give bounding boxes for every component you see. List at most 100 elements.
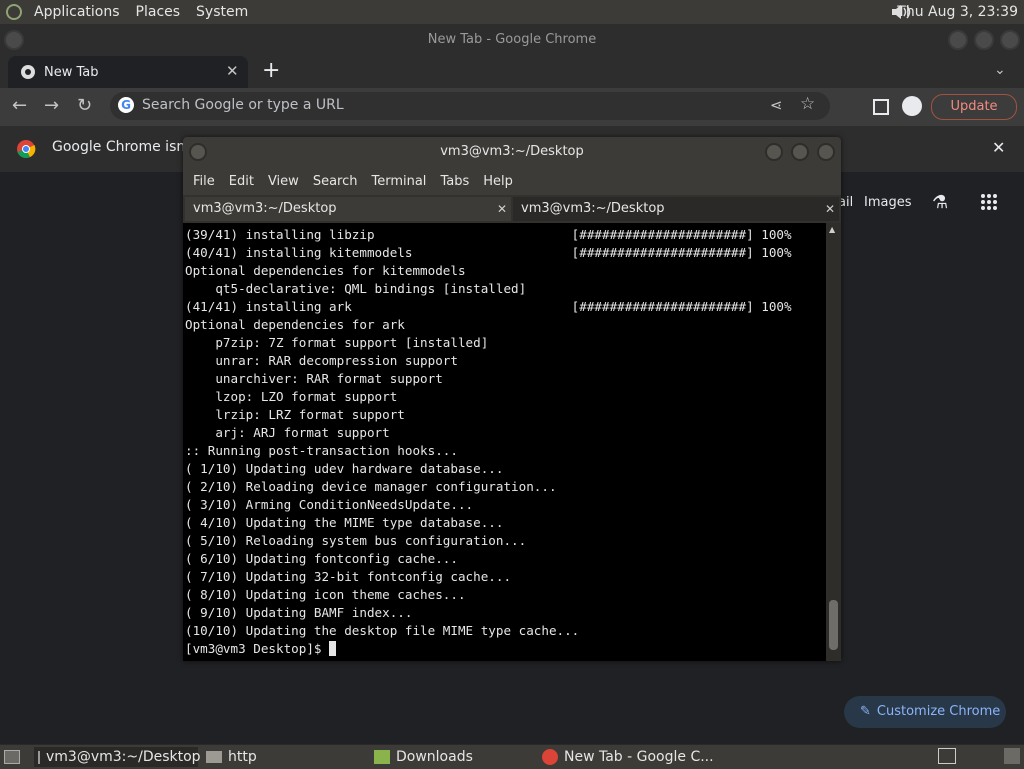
clock[interactable]: Thu Aug 3, 23:39 <box>897 0 1018 24</box>
menu-tabs[interactable]: Tabs <box>433 174 476 189</box>
terminal-line: qt5-declarative: QML bindings [installed… <box>185 281 527 296</box>
taskbar-label: http <box>228 749 257 765</box>
profile-avatar-icon[interactable] <box>902 96 922 116</box>
chrome-icon <box>542 749 558 765</box>
text-cursor <box>329 641 337 656</box>
terminal-line: :: Running post-transaction hooks... <box>185 443 458 458</box>
terminal-line: ( 2/10) Reloading device manager configu… <box>185 479 557 494</box>
new-tab-button[interactable]: + <box>262 58 280 83</box>
menu-view[interactable]: View <box>261 174 306 189</box>
menu-system[interactable]: System <box>188 0 256 24</box>
omnibox-placeholder: Search Google or type a URL <box>142 97 344 113</box>
terminal-line: (41/41) installing ark [################… <box>185 299 792 314</box>
taskbar-label: New Tab - Google C... <box>564 749 714 765</box>
update-button[interactable]: Update <box>931 94 1017 120</box>
customize-chrome-button[interactable]: ✎ Customize Chrome <box>844 696 1006 728</box>
labs-flask-icon[interactable]: ⚗ <box>932 192 948 213</box>
close-infobar-icon[interactable]: ✕ <box>992 138 1005 157</box>
terminal-line: lzop: LZO format support <box>185 389 398 404</box>
terminal-tab[interactable]: vm3@vm3:~/Desktop ✕ <box>185 197 511 221</box>
minimize-icon[interactable] <box>948 30 968 50</box>
menu-places[interactable]: Places <box>128 0 189 24</box>
terminal-line: unarchiver: RAR format support <box>185 371 443 386</box>
reload-icon[interactable]: ↻ <box>77 95 92 116</box>
omnibox[interactable]: G Search Google or type a URL ☆ ⋖ <box>110 92 830 120</box>
close-tab-icon[interactable]: ✕ <box>226 62 239 80</box>
terminal-tab[interactable]: vm3@vm3:~/Desktop ✕ <box>513 197 839 221</box>
scrollbar-thumb[interactable] <box>829 600 838 650</box>
tab-title: New Tab <box>44 64 99 80</box>
terminal-icon <box>38 750 40 764</box>
back-icon[interactable]: ← <box>12 95 27 116</box>
terminal-line: ( 5/10) Reloading system bus configurati… <box>185 533 527 548</box>
menu-search[interactable]: Search <box>306 174 365 189</box>
terminal-line: ( 9/10) Updating BAMF index... <box>185 605 413 620</box>
terminal-menubar: File Edit View Search Terminal Tabs Help <box>183 167 844 195</box>
side-panel-icon[interactable] <box>873 99 889 115</box>
menu-applications[interactable]: Applications <box>26 0 128 24</box>
terminal-lines: (39/41) installing libzip [#############… <box>185 226 792 658</box>
tab-new-tab[interactable]: New Tab ✕ <box>8 56 248 88</box>
chrome-favicon-icon <box>21 65 35 79</box>
images-link[interactable]: Images <box>864 195 912 210</box>
menu-edit[interactable]: Edit <box>222 174 261 189</box>
terminal-prompt: [vm3@vm3 Desktop]$ <box>185 641 330 656</box>
terminal-line: unrar: RAR decompression support <box>185 353 458 368</box>
terminal-line: ( 7/10) Updating 32-bit fontconfig cache… <box>185 569 512 584</box>
terminal-maximize-icon[interactable] <box>791 143 809 161</box>
terminal-line: lrzip: LRZ format support <box>185 407 405 422</box>
taskbar-label: Downloads <box>396 749 473 765</box>
terminal-minimize-icon[interactable] <box>765 143 783 161</box>
tab-search-icon[interactable]: ⌄ <box>994 62 1006 78</box>
share-icon[interactable]: ⋖ <box>770 96 783 114</box>
top-panel: Applications Places System Thu Aug 3, 23… <box>0 0 1024 24</box>
terminal-line: ( 3/10) Arming ConditionNeedsUpdate... <box>185 497 474 512</box>
maximize-icon[interactable] <box>974 30 994 50</box>
window-menu-icon[interactable] <box>4 30 24 50</box>
distro-logo-icon[interactable] <box>6 4 22 20</box>
terminal-line: ( 1/10) Updating udev hardware database.… <box>185 461 504 476</box>
customize-label: Customize Chrome <box>876 704 1001 719</box>
taskbar-item-chrome[interactable]: New Tab - Google C... <box>542 747 714 767</box>
google-icon: G <box>118 97 134 113</box>
terminal-line: ( 6/10) Updating fontconfig cache... <box>185 551 458 566</box>
chrome-logo-icon <box>17 140 36 159</box>
close-tab-icon[interactable]: ✕ <box>825 197 835 221</box>
bottom-taskbar: vm3@vm3:~/Desktop http Downloads New Tab… <box>0 744 1024 769</box>
bookmark-star-icon[interactable]: ☆ <box>800 94 815 114</box>
chrome-window-title: New Tab - Google Chrome <box>0 24 1024 56</box>
terminal-line: Optional dependencies for kitemmodels <box>185 263 466 278</box>
taskbar-item-terminal[interactable]: vm3@vm3:~/Desktop <box>34 747 201 767</box>
workspace-switcher-icon[interactable] <box>938 748 956 764</box>
scroll-up-arrow-icon[interactable]: ▲ <box>829 225 835 234</box>
terminal-line: (39/41) installing libzip [#############… <box>185 227 792 242</box>
menu-file[interactable]: File <box>186 174 222 189</box>
terminal-line: (40/41) installing kitemmodels [########… <box>185 245 792 260</box>
terminal-title: vm3@vm3:~/Desktop <box>440 144 584 159</box>
terminal-window[interactable]: vm3@vm3:~/Desktop File Edit View Search … <box>183 137 841 661</box>
terminal-line: ( 4/10) Updating the MIME type database.… <box>185 515 504 530</box>
terminal-line: Optional dependencies for ark <box>185 317 405 332</box>
terminal-line: p7zip: 7Z format support [installed] <box>185 335 489 350</box>
show-desktop-icon[interactable] <box>4 747 26 767</box>
terminal-tabbar: vm3@vm3:~/Desktop ✕ vm3@vm3:~/Desktop ✕ <box>183 195 841 223</box>
terminal-output[interactable]: (39/41) installing libzip [#############… <box>183 223 826 661</box>
terminal-close-icon[interactable] <box>817 143 835 161</box>
taskbar-item-http[interactable]: http <box>206 747 257 767</box>
forward-icon[interactable]: → <box>44 95 59 116</box>
terminal-line: ( 8/10) Updating icon theme caches... <box>185 587 466 602</box>
close-tab-icon[interactable]: ✕ <box>497 197 507 221</box>
taskbar-item-downloads[interactable]: Downloads <box>374 747 473 767</box>
terminal-scrollbar[interactable] <box>826 223 841 661</box>
taskbar-label: vm3@vm3:~/Desktop <box>46 749 201 765</box>
downloads-app-icon <box>374 750 390 764</box>
terminal-tab-label: vm3@vm3:~/Desktop <box>521 201 665 216</box>
menu-terminal[interactable]: Terminal <box>364 174 433 189</box>
menu-help[interactable]: Help <box>476 174 520 189</box>
terminal-prompt-line[interactable]: [vm3@vm3 Desktop]$ <box>185 640 792 658</box>
pencil-icon: ✎ <box>860 704 871 719</box>
close-window-icon[interactable] <box>1000 30 1020 50</box>
apps-grid-icon[interactable] <box>980 193 998 215</box>
folder-icon <box>206 751 222 763</box>
trash-icon[interactable] <box>1004 748 1020 764</box>
